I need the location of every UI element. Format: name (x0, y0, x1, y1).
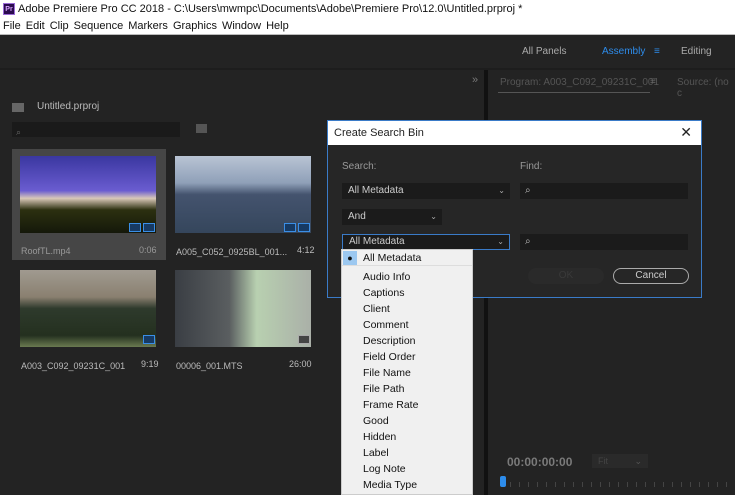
metadata-dropdown-list: ● All Metadata Audio Info Captions Client Com… (341, 249, 473, 495)
clip-duration: 0:06 (139, 245, 157, 255)
dropdown-option[interactable]: Description (342, 333, 472, 349)
find-input-1[interactable]: ⌕ (520, 183, 688, 199)
dropdown-option[interactable]: Good (342, 413, 472, 429)
workspace-assembly[interactable]: Assembly (602, 46, 645, 57)
clip-thumbnail[interactable] (20, 270, 156, 347)
clip-name: A005_C052_0925BL_001... (176, 247, 288, 257)
selected-bullet-icon: ● (343, 251, 357, 265)
dropdown-option[interactable]: Field Order (342, 349, 472, 365)
menu-clip[interactable]: Clip (50, 20, 69, 32)
project-name: Untitled.prproj (37, 101, 100, 112)
operator-select[interactable]: And ⌄ (342, 209, 442, 225)
chevron-down-icon: ⌄ (497, 237, 504, 246)
dropdown-option[interactable]: Captions (342, 285, 472, 301)
playhead-timecode[interactable]: 00:00:00:00 (507, 455, 572, 469)
tab-program[interactable]: Program: A003_C092_09231C_001 (500, 77, 659, 88)
search-field-select-1[interactable]: All Metadata ⌄ (342, 183, 510, 199)
title-bar: Pr Adobe Premiere Pro CC 2018 - C:\Users… (0, 0, 735, 18)
chevron-down-icon: ⌄ (498, 186, 505, 195)
clip-name: A003_C092_09231C_001 (21, 361, 126, 371)
dialog-title: Create Search Bin (334, 127, 424, 139)
window-title: Adobe Premiere Pro CC 2018 - C:\Users\mw… (18, 3, 523, 15)
clip-thumbnail[interactable] (175, 270, 311, 347)
new-bin-icon[interactable] (196, 124, 207, 133)
menu-bar: File Edit Clip Sequence Markers Graphics… (0, 18, 735, 35)
dropdown-option[interactable]: File Path (342, 381, 472, 397)
expand-panels-icon[interactable]: » (472, 74, 478, 86)
clip-duration: 9:19 (141, 359, 159, 369)
menu-window[interactable]: Window (222, 20, 261, 32)
close-icon[interactable]: ✕ (680, 124, 692, 141)
cancel-button[interactable]: Cancel (613, 268, 689, 284)
dropdown-option[interactable]: Media Type (342, 477, 472, 493)
menu-file[interactable]: File (3, 20, 21, 32)
workspace-all-panels[interactable]: All Panels (522, 46, 566, 57)
dropdown-option[interactable]: Audio Info (342, 269, 472, 285)
playhead-icon[interactable] (500, 476, 506, 487)
search-field-select-2[interactable]: All Metadata ⌄ (342, 234, 510, 250)
dialog-title-bar: Create Search Bin ✕ (328, 121, 701, 145)
clip-thumbnail[interactable] (20, 156, 156, 233)
dropdown-option[interactable]: ● All Metadata (342, 250, 472, 266)
audio-badge-icon (143, 223, 155, 232)
clip-thumbnail[interactable] (175, 156, 311, 233)
menu-sequence[interactable]: Sequence (74, 20, 124, 32)
project-search-input[interactable]: ⌕ (12, 122, 180, 137)
search-icon: ⌕ (525, 185, 531, 196)
menu-help[interactable]: Help (266, 20, 289, 32)
menu-graphics[interactable]: Graphics (173, 20, 217, 32)
find-label: Find: (520, 161, 543, 172)
dropdown-option[interactable]: Comment (342, 317, 472, 333)
program-menu-icon[interactable]: ≡ (650, 76, 656, 87)
chevron-down-icon: ⌄ (430, 212, 437, 221)
search-icon: ⌕ (525, 236, 531, 247)
video-badge-icon (284, 223, 296, 232)
search-label: Search: (342, 161, 377, 172)
menu-markers[interactable]: Markers (128, 20, 168, 32)
dropdown-option[interactable]: File Name (342, 365, 472, 381)
dropdown-option[interactable]: Label (342, 445, 472, 461)
clip-name: 00006_001.MTS (176, 361, 243, 371)
dropdown-option[interactable]: Frame Rate (342, 397, 472, 413)
tab-underline (498, 92, 650, 93)
dropdown-option[interactable]: Hidden (342, 429, 472, 445)
audio-badge-icon (298, 223, 310, 232)
video-badge-icon (143, 335, 155, 344)
dropdown-option[interactable]: Log Note (342, 461, 472, 477)
find-input-2[interactable]: ⌕ (520, 234, 688, 250)
video-badge-icon (129, 223, 141, 232)
premiere-logo-icon: Pr (3, 3, 15, 15)
workspace-editing[interactable]: Editing (681, 46, 712, 57)
dropdown-option-label: All Metadata (363, 252, 422, 264)
workspace-bar: All Panels Assembly ≡ Editing (0, 35, 735, 68)
time-ruler[interactable] (510, 482, 732, 487)
ok-button[interactable]: OK (528, 268, 604, 284)
menu-edit[interactable]: Edit (26, 20, 45, 32)
clip-name: RoofTL.mp4 (21, 246, 71, 256)
dropdown-option[interactable]: Client (342, 301, 472, 317)
workspace-menu-icon[interactable]: ≡ (654, 46, 660, 57)
folder-icon (12, 103, 24, 112)
tab-source[interactable]: Source: (no c (677, 77, 735, 99)
clip-duration: 26:00 (289, 359, 312, 369)
zoom-select[interactable]: Fit ⌄ (592, 454, 648, 468)
audio-badge-icon (298, 335, 310, 344)
clip-duration: 4:12 (297, 245, 315, 255)
